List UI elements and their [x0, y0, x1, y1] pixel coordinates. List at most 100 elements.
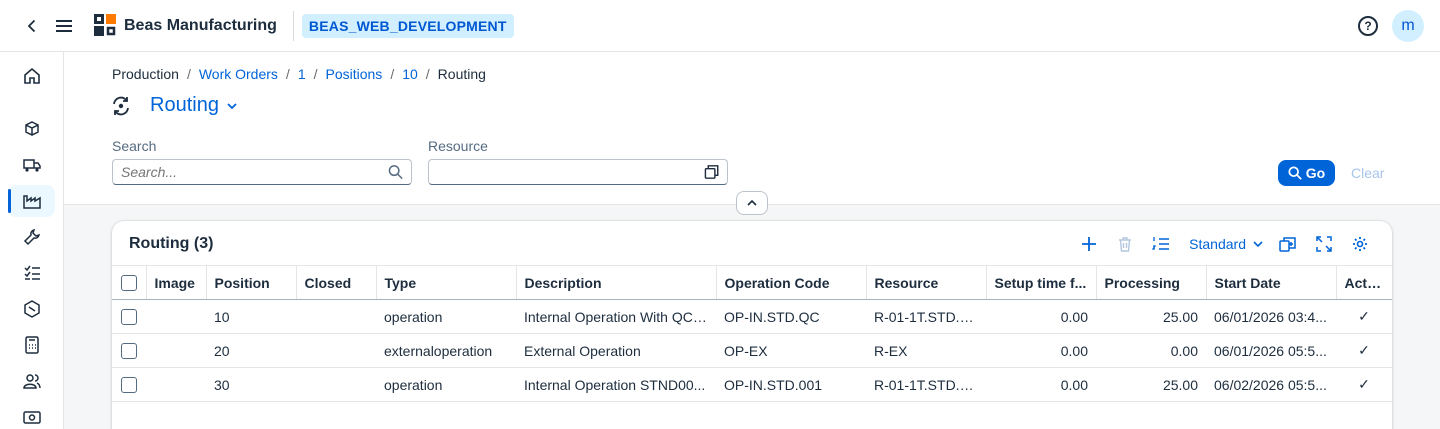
help-icon[interactable]: ? [1358, 15, 1378, 36]
cell-closed [296, 299, 376, 334]
cell-resource: R-01-1T.STD.2... [866, 299, 986, 334]
search-field[interactable] [112, 159, 412, 185]
sort-button[interactable] [1143, 232, 1179, 256]
variant-selector[interactable]: Standard [1189, 236, 1264, 252]
sidebar-item-tools[interactable] [8, 221, 55, 253]
cell-type: operation [376, 299, 516, 334]
people-icon [22, 374, 41, 389]
row-checkbox[interactable] [121, 377, 137, 394]
breadcrumb-position-10[interactable]: 10 [402, 66, 418, 82]
sidebar-item-checklist[interactable] [8, 257, 55, 289]
delete-button[interactable] [1107, 232, 1143, 256]
cell-closed [296, 367, 376, 402]
tenant-badge[interactable]: BEAS_WEB_DEVELOPMENT [301, 13, 514, 38]
cell-active: ✓ [1336, 333, 1392, 368]
select-all-cell[interactable] [112, 265, 147, 300]
cube-icon [24, 121, 39, 136]
clear-button[interactable]: Clear [1351, 165, 1384, 181]
col-active[interactable]: Active [1336, 265, 1392, 300]
calculator-icon [24, 336, 39, 354]
routing-table-card: Routing (3) Standard Image Position Clos… [112, 221, 1392, 429]
breadcrumb-work-orders[interactable]: Work Orders [199, 66, 278, 82]
app-title: Beas Manufacturing [124, 16, 277, 34]
col-position[interactable]: Position [206, 265, 297, 300]
cell-position: 30 [206, 367, 296, 402]
search-icon[interactable] [388, 164, 403, 180]
cell-image [146, 367, 206, 402]
col-start-date[interactable]: Start Date [1206, 265, 1337, 300]
col-type[interactable]: Type [376, 265, 517, 300]
sidebar-item-home[interactable] [8, 60, 55, 92]
resource-label: Resource [428, 138, 488, 154]
resource-input[interactable] [437, 164, 704, 180]
cell-operation-code: OP-IN.STD.001 [716, 367, 866, 402]
app-logo[interactable]: Beas Manufacturing [94, 13, 277, 38]
col-operation-code[interactable]: Operation Code [716, 265, 867, 300]
home-icon [23, 67, 40, 84]
row-checkbox[interactable] [121, 343, 137, 360]
factory-icon [22, 195, 41, 209]
package-icon [23, 300, 40, 318]
table-row[interactable]: 10 operation Internal Operation With QC … [112, 299, 1392, 334]
fullscreen-button[interactable] [1306, 232, 1342, 256]
cell-setup-time: 0.00 [986, 333, 1096, 368]
plus-icon [1082, 237, 1097, 251]
col-processing[interactable]: Processing [1096, 265, 1207, 300]
table-row[interactable]: 30 operation Internal Operation STND00..… [112, 367, 1392, 402]
sidebar-item-calculator[interactable] [8, 329, 55, 361]
sidebar-item-logistics[interactable] [8, 149, 55, 181]
select-all-checkbox[interactable] [120, 275, 137, 292]
search-input[interactable] [121, 164, 388, 180]
cell-active: ✓ [1336, 367, 1392, 402]
sidebar-item-package[interactable] [8, 293, 55, 325]
checklist-icon [23, 265, 40, 280]
cell-start-date: 06/01/2026 05:5... [1206, 333, 1336, 368]
numbered-list-icon [1152, 237, 1170, 250]
cell-description: Internal Operation STND00... [516, 367, 716, 402]
sidebar [0, 52, 64, 429]
page-header: Production / Work Orders / 1 / Positions… [64, 52, 1440, 215]
menu-button[interactable] [52, 0, 76, 52]
collapse-header-button[interactable] [736, 191, 768, 215]
chevron-down-icon[interactable] [225, 99, 239, 113]
cell-operation-code: OP-EX [716, 333, 866, 368]
table-title: Routing (3) [129, 235, 214, 252]
breadcrumb-positions[interactable]: Positions [326, 66, 383, 82]
col-image[interactable]: Image [146, 265, 207, 300]
row-checkbox[interactable] [121, 309, 137, 326]
table-toolbar: Standard [1071, 232, 1378, 256]
cell-active: ✓ [1336, 299, 1392, 334]
value-help-icon[interactable] [704, 164, 719, 180]
cell-description: Internal Operation With QC ... [516, 299, 716, 334]
table-header-row: Image Position Closed Type Description O… [112, 265, 1392, 300]
cell-processing: 25.00 [1096, 367, 1206, 402]
avatar[interactable]: m [1392, 9, 1424, 42]
col-description[interactable]: Description [516, 265, 717, 300]
breadcrumb: Production / Work Orders / 1 / Positions… [112, 66, 486, 82]
sidebar-item-finance[interactable] [8, 401, 55, 429]
sidebar-item-production[interactable] [8, 185, 55, 217]
export-button[interactable] [1270, 232, 1306, 256]
title-row: Routing [110, 94, 239, 117]
cell-setup-time: 0.00 [986, 299, 1096, 334]
truck-icon [22, 159, 41, 172]
breadcrumb-work-order-1[interactable]: 1 [298, 66, 306, 82]
cell-operation-code: OP-IN.STD.QC [716, 299, 866, 334]
col-setup-time[interactable]: Setup time f... [986, 265, 1097, 300]
col-closed[interactable]: Closed [296, 265, 377, 300]
chevron-left-icon [27, 19, 36, 32]
sidebar-item-products[interactable] [8, 113, 55, 145]
sidebar-item-users[interactable] [8, 365, 55, 397]
table-row[interactable]: 20 externaloperation External Operation … [112, 333, 1392, 368]
resource-field[interactable] [428, 159, 728, 185]
go-button[interactable]: Go [1278, 160, 1335, 186]
cell-processing: 0.00 [1096, 333, 1206, 368]
beas-logo-icon [94, 13, 116, 36]
trash-icon [1119, 237, 1132, 252]
add-button[interactable] [1071, 232, 1107, 256]
search-icon [1288, 166, 1302, 180]
settings-button[interactable] [1342, 232, 1378, 256]
col-resource[interactable]: Resource [866, 265, 987, 300]
chevron-up-icon [747, 199, 757, 206]
page-title[interactable]: Routing [150, 94, 219, 117]
